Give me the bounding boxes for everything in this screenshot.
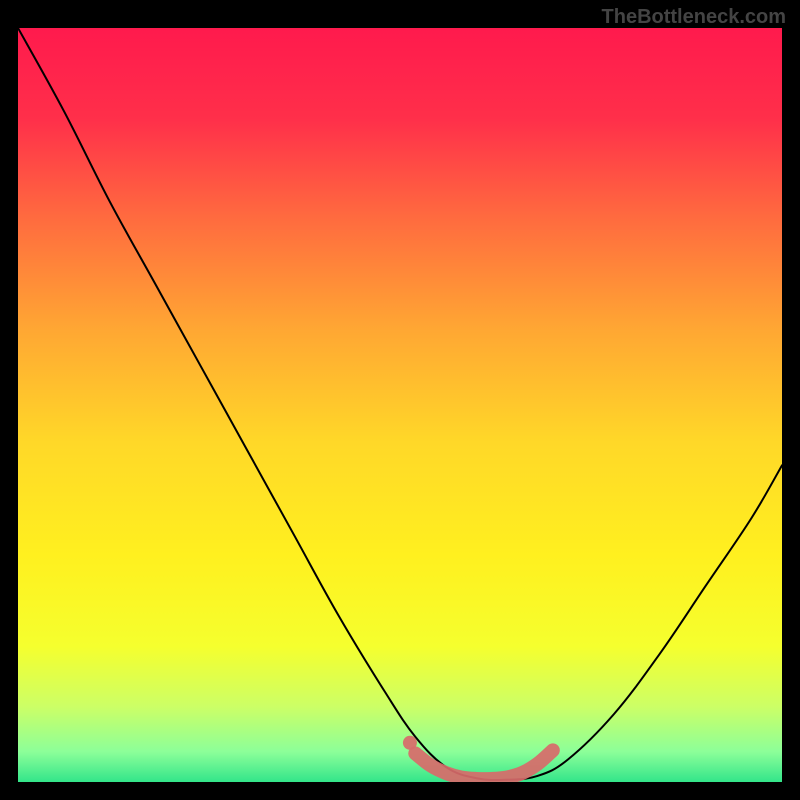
watermark-text: TheBottleneck.com bbox=[602, 6, 786, 29]
chart-svg bbox=[18, 28, 782, 782]
chart-plot-area bbox=[18, 28, 782, 782]
chart-background-gradient bbox=[18, 28, 782, 782]
highlight-dot bbox=[403, 736, 417, 750]
chart-container: TheBottleneck.com bbox=[0, 0, 800, 800]
